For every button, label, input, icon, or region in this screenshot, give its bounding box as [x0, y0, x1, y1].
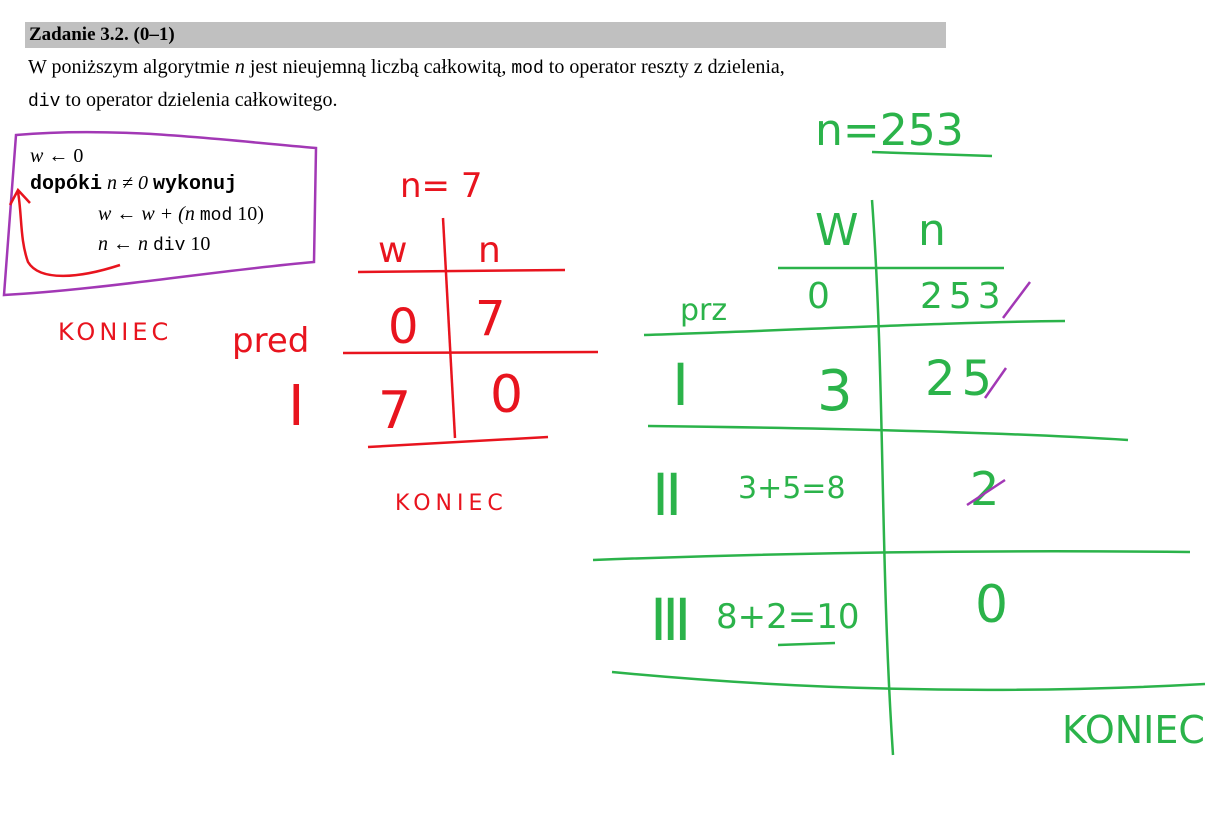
- red-row-1: I: [288, 374, 305, 439]
- green-col-n: n: [918, 205, 946, 256]
- red-row-before-n: 7: [475, 291, 506, 347]
- green-row-2: II: [652, 461, 678, 529]
- green-row-3-n: 0: [975, 575, 1008, 635]
- green-col-w: W: [815, 205, 859, 256]
- red-end-left: KONIEC: [58, 318, 172, 346]
- green-row-before-n: 253: [920, 276, 1007, 317]
- green-grid-line-h3: [592, 550, 1191, 562]
- red-row-before: pred: [232, 321, 309, 361]
- green-row-before: prz: [680, 293, 727, 328]
- green-row-3-w: 8+2=10: [716, 597, 860, 637]
- red-row-before-w: 0: [388, 299, 419, 355]
- green-grid-line-h4: [611, 670, 1206, 692]
- green-grid-line-v: [870, 199, 895, 756]
- purple-box: [2, 130, 318, 297]
- red-loop-arrow: [8, 187, 121, 278]
- green-row-1-w: 3: [817, 359, 853, 424]
- red-grid-line-v: [441, 217, 457, 439]
- green-row-2-n: 2: [970, 462, 999, 516]
- green-row-before-w: 0: [807, 276, 830, 317]
- green-underline-10: [777, 641, 836, 647]
- red-end-bottom: KONIEC: [395, 491, 508, 516]
- green-row-2-w: 3+5=8: [738, 471, 846, 506]
- red-grid-line-h2: [342, 350, 599, 355]
- green-row-3: III: [650, 586, 686, 654]
- purple-strike-3: [1002, 281, 1031, 319]
- handwritten-annotations: n= 7 w n pred 0 7 I 7 0 KONIEC KONIEC n=…: [2, 105, 1206, 756]
- red-row-1-n: 0: [490, 365, 523, 425]
- green-grid-line-h2: [647, 424, 1129, 442]
- red-row-1-w: 7: [378, 381, 411, 441]
- green-end: KONIEC: [1062, 708, 1205, 752]
- red-col-w: w: [378, 230, 407, 271]
- red-col-n: n: [478, 230, 501, 271]
- red-n-label: n= 7: [400, 166, 482, 206]
- green-row-1-n: 25: [925, 351, 998, 407]
- green-row-1: I: [672, 351, 689, 419]
- green-n-label: n=253: [815, 105, 964, 156]
